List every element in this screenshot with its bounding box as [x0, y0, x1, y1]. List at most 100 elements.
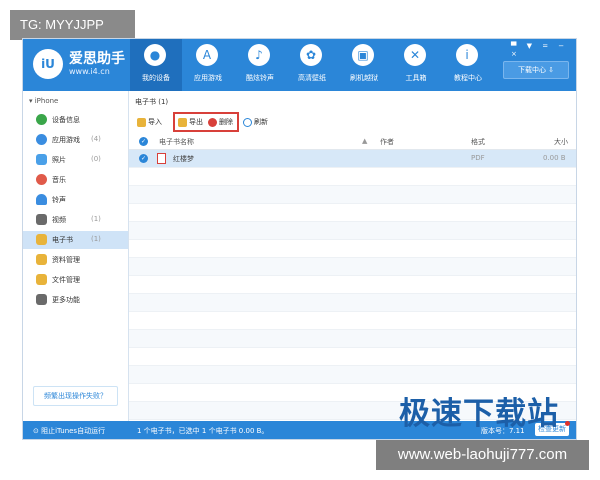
book-icon	[36, 234, 47, 245]
photo-icon	[36, 154, 47, 165]
bell-icon	[36, 194, 47, 205]
sidebar-item-label: 更多功能	[52, 296, 80, 304]
export-label: 导出	[189, 118, 203, 126]
page-title: 电子书 (1)	[135, 98, 169, 106]
watermark-bottom-right: www.web-laohuji777.com	[376, 440, 589, 470]
app-store-icon	[36, 134, 47, 145]
sidebar-item-more[interactable]: 更多功能	[23, 291, 128, 309]
watermark-top-left: TG: MYYJJPP	[10, 10, 135, 40]
flower-icon: ✿	[300, 44, 322, 66]
nav-wallpapers[interactable]: ✿ 高清壁纸	[286, 39, 338, 91]
nav-toolbox[interactable]: ✕ 工具箱	[390, 39, 442, 91]
brand-url: www.i4.cn	[69, 67, 110, 76]
sidebar-item-label: 照片	[52, 156, 66, 164]
device-selector[interactable]: ▾ iPhone	[29, 97, 58, 105]
main-nav: ● 我的设备 A 应用游戏 ♪ 酷炫铃声 ✿ 高清壁纸 ▣ 刷机越狱 ✕ 工具箱	[130, 39, 494, 91]
sidebar-item-ebooks[interactable]: 电子书 (1)	[23, 231, 128, 249]
watermark-logo-text: 极速下载站	[399, 396, 559, 432]
update-badge	[565, 421, 570, 426]
ebook-size: 0.00 B	[543, 154, 566, 162]
import-label: 导入	[148, 118, 162, 126]
export-button[interactable]: 导出	[178, 117, 203, 127]
empty-row	[129, 168, 576, 186]
sidebar-item-ringtones[interactable]: 铃声	[23, 191, 128, 209]
nav-my-device[interactable]: ● 我的设备	[130, 39, 182, 91]
operation-failed-help-button[interactable]: 频繁出现操作失败？	[33, 386, 118, 406]
nav-label: 酷炫铃声	[246, 74, 274, 82]
nav-label: 刷机越狱	[350, 74, 378, 82]
empty-row	[129, 186, 576, 204]
row-checkbox[interactable]: ✓	[139, 154, 148, 163]
block-itunes-label: 阻止iTunes自动运行	[41, 427, 106, 435]
refresh-label: 刷新	[254, 118, 268, 126]
select-all-checkbox[interactable]: ✓	[139, 137, 148, 146]
nav-flash-jailbreak[interactable]: ▣ 刷机越狱	[338, 39, 390, 91]
toolbar: 导入 导出 删除 刷新	[129, 112, 576, 133]
empty-row	[129, 204, 576, 222]
column-name[interactable]: 电子书名称	[159, 137, 194, 147]
empty-row	[129, 240, 576, 258]
refresh-button[interactable]: 刷新	[243, 117, 268, 127]
delete-button[interactable]: 删除	[208, 117, 233, 127]
table-header: ✓ 电子书名称 ▲ 作者 格式 大小	[129, 135, 576, 150]
column-author[interactable]: 作者	[380, 137, 394, 147]
sidebar-item-file-management[interactable]: 文件管理	[23, 271, 128, 289]
export-icon	[178, 117, 187, 127]
sidebar-item-count: (1)	[91, 215, 101, 223]
sidebar-item-device-info[interactable]: 设备信息	[23, 111, 128, 129]
import-icon	[137, 117, 146, 127]
sidebar: ▾ iPhone 设备信息 应用游戏 (4) 照片 (0) 音乐 铃声 视频 (…	[23, 91, 129, 421]
window-controls[interactable]: ▀ ▼ = − ×	[511, 42, 576, 58]
sidebar-item-music[interactable]: 音乐	[23, 171, 128, 189]
info-circle-icon	[36, 114, 47, 125]
nav-ringtones[interactable]: ♪ 酷炫铃声	[234, 39, 286, 91]
apple-icon: ●	[144, 44, 166, 66]
status-summary: 1 个电子书，已选中 1 个电子书 0.00 B。	[137, 427, 269, 435]
column-format[interactable]: 格式	[471, 137, 485, 147]
delete-icon	[208, 117, 217, 127]
table-row[interactable]: ✓ 红楼梦 PDF 0.00 B	[129, 150, 576, 168]
nav-label: 教程中心	[454, 74, 482, 82]
nav-label: 我的设备	[142, 74, 170, 82]
sidebar-item-count: (0)	[91, 155, 101, 163]
sidebar-item-videos[interactable]: 视频 (1)	[23, 211, 128, 229]
film-icon	[36, 214, 47, 225]
music-icon	[36, 174, 47, 185]
sidebar-item-label: 文件管理	[52, 276, 80, 284]
column-size[interactable]: 大小	[554, 137, 568, 147]
empty-row	[129, 330, 576, 348]
folder-icon	[36, 274, 47, 285]
download-center-button[interactable]: 下载中心 ⇩	[503, 61, 569, 79]
pdf-file-icon	[157, 153, 166, 164]
sidebar-item-count: (1)	[91, 235, 101, 243]
sort-icon[interactable]: ▲	[362, 137, 367, 145]
document-icon	[36, 254, 47, 265]
sidebar-item-count: (4)	[91, 135, 101, 143]
sidebar-item-label: 音乐	[52, 176, 66, 184]
top-bar: iU 爱思助手 www.i4.cn ● 我的设备 A 应用游戏 ♪ 酷炫铃声 ✿…	[23, 39, 576, 91]
nav-tutorials[interactable]: i 教程中心	[442, 39, 494, 91]
table-body: ✓ 红楼梦 PDF 0.00 B	[129, 150, 576, 420]
sidebar-item-label: 铃声	[52, 196, 66, 204]
sidebar-item-photos[interactable]: 照片 (0)	[23, 151, 128, 169]
app-store-icon: A	[196, 44, 218, 66]
ebook-format: PDF	[471, 154, 485, 162]
sidebar-item-label: 电子书	[52, 236, 73, 244]
content-panel: 电子书 (1) 导入 导出 删除 刷新 ✓ 电子书名称 ▲ 作者 格式 大小 ✓…	[129, 91, 576, 421]
bell-icon: ♪	[248, 44, 270, 66]
sidebar-item-label: 视频	[52, 216, 66, 224]
app-window: iU 爱思助手 www.i4.cn ● 我的设备 A 应用游戏 ♪ 酷炫铃声 ✿…	[22, 38, 577, 440]
ebook-name: 红楼梦	[173, 155, 194, 163]
check-circle-icon: ⊙	[33, 427, 42, 435]
import-button[interactable]: 导入	[137, 117, 162, 127]
sidebar-item-apps[interactable]: 应用游戏 (4)	[23, 131, 128, 149]
refresh-icon	[243, 117, 252, 127]
empty-row	[129, 294, 576, 312]
sidebar-item-label: 资料管理	[52, 256, 80, 264]
box-icon: ▣	[352, 44, 374, 66]
block-itunes-toggle[interactable]: ⊙ 阻止iTunes自动运行	[33, 426, 105, 436]
sidebar-item-label: 设备信息	[52, 116, 80, 124]
nav-apps-games[interactable]: A 应用游戏	[182, 39, 234, 91]
empty-row	[129, 312, 576, 330]
sidebar-item-data-management[interactable]: 资料管理	[23, 251, 128, 269]
